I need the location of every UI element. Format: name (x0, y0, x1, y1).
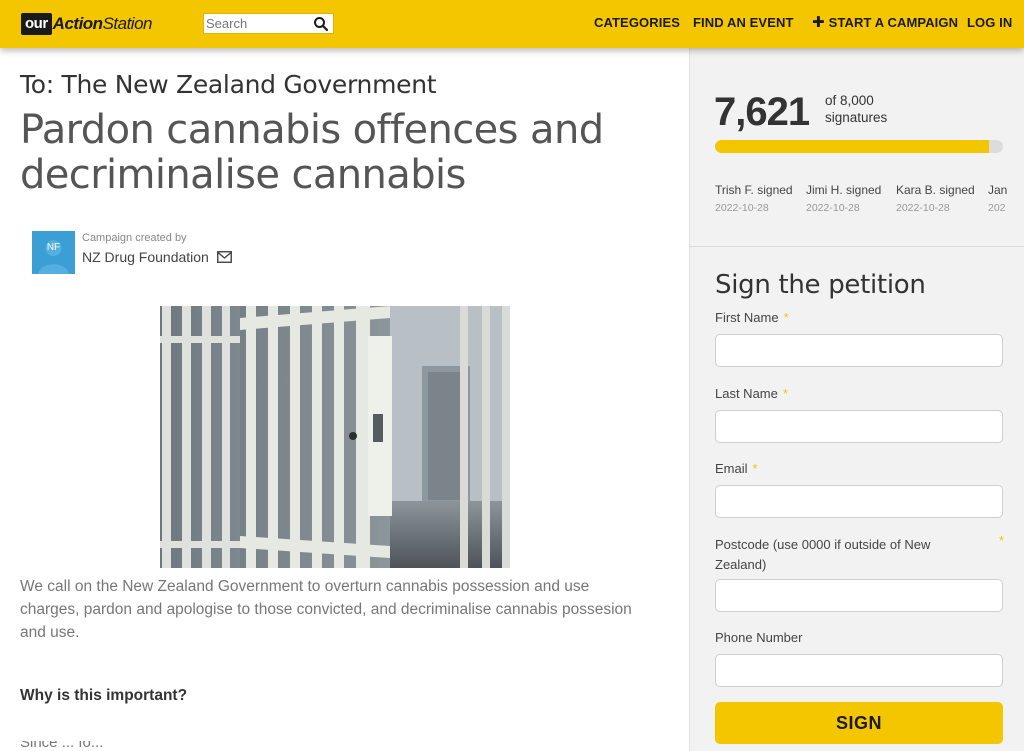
signature-progress-bar (715, 140, 1003, 153)
recent-signer: Kara B. signed 2022-10-28 (896, 183, 986, 214)
recent-signer: Jimi H. signed 2022-10-28 (806, 183, 896, 214)
recent-signers: Trish F. signed 2022-10-28 Jimi H. signe… (715, 183, 1024, 223)
phone-field[interactable] (715, 654, 1003, 687)
creator-avatar[interactable]: NF (32, 231, 75, 274)
prison-cell-image (160, 306, 510, 568)
required-mark: * (752, 461, 758, 476)
signature-goal-line1: of 8,000 (825, 93, 874, 108)
recent-signer-name: Kara B. signed (896, 183, 975, 197)
recent-signer: Jan 202 (988, 183, 1024, 214)
recent-signer-date: 202 (988, 202, 1006, 214)
email-label-text: Email (715, 461, 748, 476)
petition-target: To: The New Zealand Government (20, 70, 437, 99)
plus-icon: ✚ (812, 14, 825, 31)
signature-progress-fill (715, 140, 990, 153)
postcode-label-line2: Zealand) (715, 557, 767, 572)
campaign-image (160, 306, 510, 568)
last-name-label-text: Last Name (715, 386, 778, 401)
recent-signer: Trish F. signed 2022-10-28 (715, 183, 805, 214)
postcode-label: Postcode (use 0000 if outside of New Zea… (715, 535, 930, 575)
last-name-label: Last Name * (715, 386, 788, 401)
first-name-field[interactable] (715, 334, 1003, 367)
recent-signer-name: Trish F. signed (715, 183, 793, 197)
nav-login[interactable]: LOG IN (967, 15, 1012, 30)
signature-count: 7,621 (714, 90, 810, 134)
signature-goal-line2: signatures (825, 110, 888, 125)
signature-goal: of 8,000 signatures (825, 92, 887, 126)
recent-signer-date: 2022-10-28 (896, 202, 950, 214)
search-input[interactable] (204, 14, 312, 33)
logo-action: Action (52, 14, 103, 33)
petition-body-text: Since ... fo... (20, 741, 640, 751)
creator-name-text: NZ Drug Foundation (82, 249, 209, 265)
recent-signer-name: Jimi H. signed (806, 183, 882, 197)
required-mark: * (783, 310, 789, 325)
mail-icon[interactable] (216, 251, 232, 263)
nav-find-event[interactable]: FIND AN EVENT (693, 15, 794, 30)
page-title: Pardon cannabis offences and decriminali… (20, 107, 604, 198)
search-box (203, 13, 334, 34)
required-mark: * (782, 386, 788, 401)
nav-categories[interactable]: CATEGORIES (594, 15, 680, 30)
petition-body-start: Since ... fo... (20, 741, 104, 751)
required-mark: * (999, 533, 1005, 548)
site-logo[interactable]: our Action Station (21, 11, 153, 37)
first-name-label: First Name * (715, 310, 789, 325)
logo-station: Station (102, 14, 153, 33)
recent-signer-name: Jan (988, 183, 1008, 197)
sign-button[interactable]: SIGN (715, 702, 1003, 744)
email-field[interactable] (715, 485, 1003, 518)
last-name-field[interactable] (715, 410, 1003, 443)
creator-name: NZ Drug Foundation (82, 249, 232, 265)
logo-our: our (21, 13, 52, 35)
phone-label: Phone Number (715, 630, 803, 645)
site-header: ourActionStation CATEGORIES FIND AN EVEN… (0, 0, 1024, 48)
sidebar-divider (689, 246, 1024, 247)
creator-initials: NF (46, 242, 61, 253)
email-label: Email * (715, 461, 758, 476)
nav-start-campaign-label: START A CAMPAIGN (828, 15, 959, 30)
search-icon[interactable] (313, 16, 329, 32)
first-name-label-text: First Name (715, 310, 779, 325)
creator-label: Campaign created by (82, 232, 187, 244)
postcode-label-line1: Postcode (use 0000 if outside of New (715, 537, 931, 552)
petition-summary: We call on the New Zealand Government to… (20, 578, 632, 641)
postcode-field[interactable] (715, 579, 1003, 612)
why-heading: Why is this important? (20, 687, 188, 704)
sign-form-title: Sign the petition (715, 270, 926, 300)
recent-signer-date: 2022-10-28 (715, 202, 769, 214)
recent-signer-date: 2022-10-28 (806, 202, 860, 214)
nav-start-campaign[interactable]: ✚ START A CAMPAIGN (812, 15, 958, 30)
